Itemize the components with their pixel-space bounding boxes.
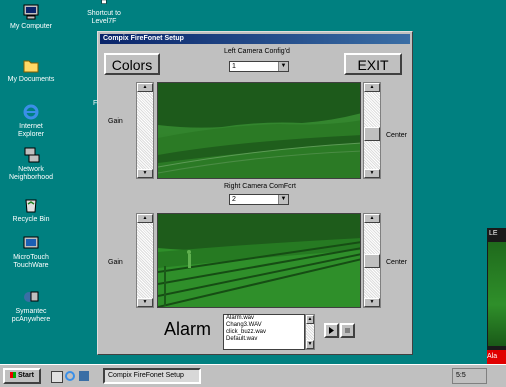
quick-launch — [49, 369, 95, 383]
scroll-up-arrow[interactable]: ▲ — [364, 214, 380, 223]
scroll-track[interactable] — [137, 92, 153, 169]
recycle-bin-shortcut[interactable]: Recycle Bin — [0, 196, 62, 224]
ie-icon — [23, 104, 39, 120]
chevron-down-icon[interactable]: ▼ — [278, 195, 288, 204]
shortcut-level7f[interactable]: Shortcut to Level7F — [84, 0, 124, 26]
alarm-sound-list[interactable]: Alarm.wav Chang3.WAV click_buzz.wav Defa… — [223, 314, 305, 350]
start-button[interactable]: Start — [3, 368, 41, 384]
gain-label-bottom: Gain — [108, 259, 123, 266]
pcanywhere-label: Symantec pcAnywhere — [11, 308, 51, 323]
network-neighborhood-shortcut[interactable]: Network Neighborhood — [0, 146, 62, 182]
my-computer-label: My Computer — [9, 23, 52, 30]
recycle-icon — [25, 199, 37, 213]
right-gain-scrollbar[interactable]: ▲ ▼ — [136, 213, 154, 308]
side-camera-feed — [488, 242, 506, 346]
scroll-thumb[interactable] — [364, 127, 380, 141]
scroll-up-arrow[interactable]: ▲ — [306, 315, 314, 324]
ie-quicklaunch-icon[interactable] — [65, 371, 75, 381]
scroll-down-arrow[interactable]: ▼ — [137, 169, 153, 178]
microtouch-label: MicroTouch TouchWare — [13, 254, 49, 269]
stop-button[interactable] — [340, 323, 355, 338]
windows-logo-icon — [10, 372, 17, 379]
scroll-up-arrow[interactable]: ▲ — [137, 83, 153, 92]
touch-icon — [23, 236, 39, 249]
task-button-setup[interactable]: Compix FireFonet Setup — [103, 368, 201, 384]
window-title: Compix FireFonet Setup — [100, 34, 410, 44]
center-label-bottom: Center — [386, 259, 408, 266]
alarm-list-scrollbar[interactable]: ▲ ▼ — [305, 314, 315, 350]
shortcut-icon — [101, 0, 107, 4]
right-center-scrollbar[interactable]: ▲ ▼ — [363, 213, 381, 308]
left-gain-scrollbar[interactable]: ▲ ▼ — [136, 82, 154, 179]
exit-button[interactable]: EXIT — [344, 53, 402, 75]
my-documents-shortcut[interactable]: My Documents — [0, 56, 62, 84]
center-label-top: Center — [386, 132, 408, 139]
gain-label-top: Gain — [108, 118, 123, 125]
right-camera-feed — [158, 214, 360, 307]
desktop-icon[interactable] — [51, 371, 63, 383]
scroll-down-arrow[interactable]: ▼ — [137, 298, 153, 307]
start-label: Start — [18, 372, 34, 379]
right-camera-select[interactable]: 2 ▼ — [229, 194, 289, 205]
left-camera-feed — [158, 83, 360, 178]
scroll-down-arrow[interactable]: ▼ — [306, 340, 314, 349]
channels-icon[interactable] — [79, 371, 89, 381]
play-button[interactable] — [324, 323, 339, 338]
chevron-down-icon[interactable]: ▼ — [278, 62, 288, 71]
internet-explorer-label: Internet Explorer — [17, 123, 45, 138]
my-computer-shortcut[interactable]: My Computer — [0, 3, 62, 31]
list-item[interactable]: Alarm.wav — [226, 315, 304, 322]
list-item[interactable]: Default.wav — [226, 336, 304, 343]
scroll-thumb[interactable] — [364, 254, 380, 268]
right-camera-value: 2 — [232, 196, 236, 203]
list-item[interactable]: click_buzz.wav — [226, 329, 304, 336]
internet-explorer-shortcut[interactable]: Internet Explorer — [0, 103, 62, 139]
left-camera-value: 1 — [232, 63, 236, 70]
side-window-title: LE — [489, 230, 498, 237]
scroll-up-arrow[interactable]: ▲ — [364, 83, 380, 92]
scroll-down-arrow[interactable]: ▼ — [364, 169, 380, 178]
right-camera-caption: Right Camera ComFcrt — [224, 183, 296, 190]
folder-icon — [23, 60, 39, 73]
network-icon — [24, 147, 40, 163]
pcanywhere-shortcut[interactable]: Symantec pcAnywhere — [0, 288, 62, 324]
my-documents-label: My Documents — [7, 76, 55, 83]
alarm-label: Alarm — [164, 319, 212, 339]
left-camera-view — [157, 82, 361, 179]
tray-text: 5:5 — [456, 372, 466, 379]
recycle-bin-label: Recycle Bin — [12, 216, 50, 223]
scroll-down-arrow[interactable]: ▼ — [364, 298, 380, 307]
pca-icon — [24, 291, 39, 302]
taskbar: Start Compix FireFonet Setup 5:5 — [0, 364, 506, 387]
side-camera-window[interactable]: LE Ala — [487, 228, 506, 364]
computer-icon — [23, 4, 39, 20]
right-camera-view — [157, 213, 361, 308]
firefonet-setup-window: Compix FireFonet Setup Colors EXIT Left … — [97, 31, 413, 355]
side-alarm-indicator: Ala — [487, 350, 506, 364]
scroll-track[interactable] — [137, 223, 153, 298]
play-icon — [329, 327, 334, 334]
list-item[interactable]: Chang3.WAV — [226, 322, 304, 329]
left-center-scrollbar[interactable]: ▲ ▼ — [363, 82, 381, 179]
scroll-up-arrow[interactable]: ▲ — [137, 214, 153, 223]
system-tray: 5:5 — [452, 368, 487, 384]
scroll-track[interactable] — [306, 324, 314, 340]
stop-icon — [345, 328, 350, 333]
left-camera-caption: Left Camera Config'd — [224, 48, 290, 55]
colors-button[interactable]: Colors — [104, 53, 160, 75]
shortcut-label: Shortcut to Level7F — [87, 10, 121, 25]
left-camera-select[interactable]: 1 ▼ — [229, 61, 289, 72]
network-neighborhood-label: Network Neighborhood — [9, 166, 53, 181]
microtouch-shortcut[interactable]: MicroTouch TouchWare — [0, 234, 62, 270]
